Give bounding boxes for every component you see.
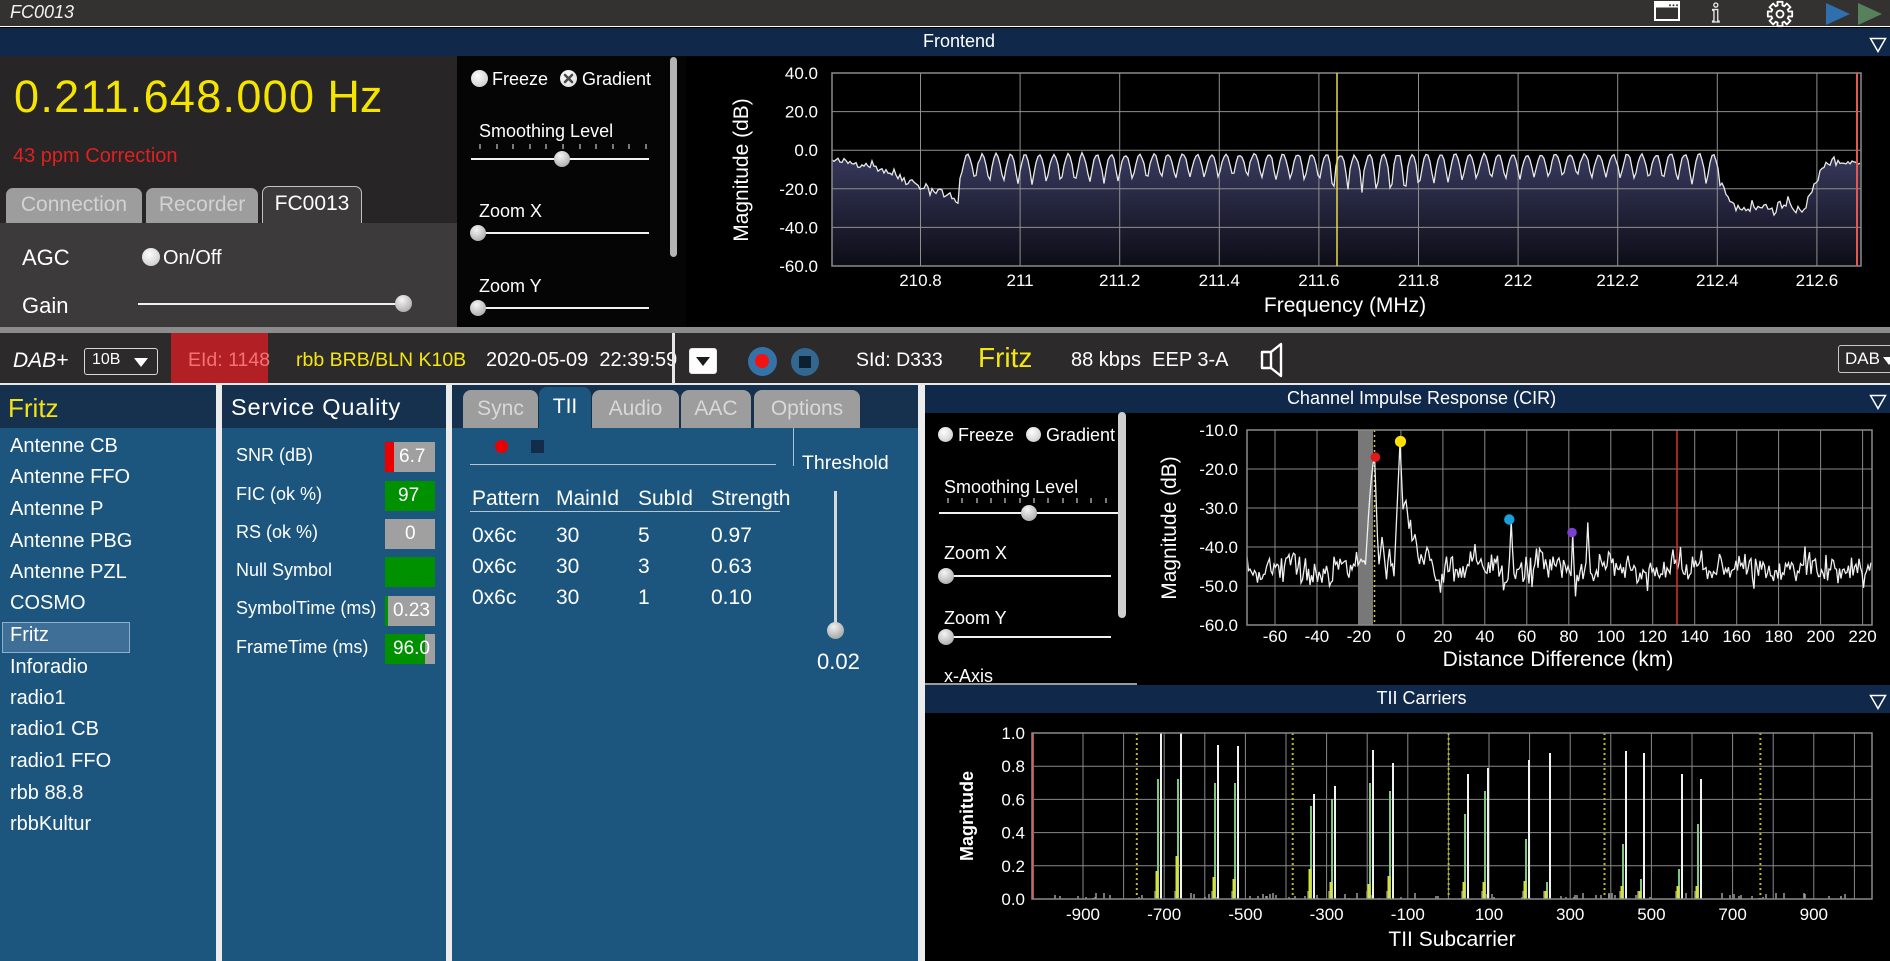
svg-text:-60: -60	[1263, 627, 1288, 646]
svg-text:-60.0: -60.0	[1199, 616, 1238, 635]
svg-text:160: 160	[1722, 627, 1750, 646]
svg-text:-20: -20	[1347, 627, 1372, 646]
svg-text:211.6: 211.6	[1298, 271, 1339, 290]
svg-text:0: 0	[1396, 627, 1405, 646]
svg-text:700: 700	[1718, 905, 1746, 924]
svg-text:-500: -500	[1228, 905, 1262, 924]
svg-text:-40.0: -40.0	[1199, 538, 1238, 557]
svg-text:100: 100	[1475, 905, 1503, 924]
svg-text:Magnitude (dB): Magnitude (dB)	[730, 98, 753, 242]
svg-text:0.0: 0.0	[1001, 890, 1025, 909]
svg-text:-20.0: -20.0	[779, 180, 818, 199]
svg-text:Magnitude (dB): Magnitude (dB)	[1158, 456, 1181, 600]
svg-text:Frequency (MHz): Frequency (MHz)	[1264, 294, 1426, 317]
svg-text:Distance Difference (km): Distance Difference (km)	[1443, 648, 1674, 671]
svg-text:300: 300	[1556, 905, 1584, 924]
svg-text:500: 500	[1637, 905, 1665, 924]
svg-text:-20.0: -20.0	[1199, 460, 1238, 479]
svg-text:TII Subcarrier: TII Subcarrier	[1388, 928, 1515, 951]
svg-text:-10.0: -10.0	[1199, 421, 1238, 440]
svg-text:Magnitude: Magnitude	[957, 771, 977, 861]
svg-text:-100: -100	[1391, 905, 1425, 924]
svg-text:212.4: 212.4	[1696, 271, 1739, 290]
svg-text:20: 20	[1433, 627, 1452, 646]
svg-text:20.0: 20.0	[785, 103, 818, 122]
svg-text:0.4: 0.4	[1001, 824, 1025, 843]
svg-text:212.6: 212.6	[1796, 271, 1839, 290]
svg-text:80: 80	[1559, 627, 1578, 646]
svg-text:40: 40	[1475, 627, 1494, 646]
svg-text:120: 120	[1639, 627, 1667, 646]
svg-text:-40: -40	[1305, 627, 1330, 646]
svg-text:0.6: 0.6	[1001, 790, 1025, 809]
svg-text:200: 200	[1806, 627, 1834, 646]
svg-text:900: 900	[1800, 905, 1828, 924]
svg-text:140: 140	[1681, 627, 1709, 646]
svg-text:1.0: 1.0	[1001, 724, 1025, 743]
svg-text:180: 180	[1764, 627, 1792, 646]
svg-text:-700: -700	[1147, 905, 1181, 924]
svg-text:40.0: 40.0	[785, 64, 818, 83]
svg-text:-60.0: -60.0	[779, 257, 818, 276]
svg-text:210.8: 210.8	[899, 271, 942, 290]
svg-text:-300: -300	[1310, 905, 1344, 924]
svg-text:211.4: 211.4	[1199, 271, 1240, 290]
svg-text:211.2: 211.2	[1099, 271, 1140, 290]
svg-text:212: 212	[1504, 271, 1532, 290]
svg-text:-40.0: -40.0	[779, 218, 818, 237]
svg-text:0.8: 0.8	[1001, 757, 1025, 776]
svg-text:0.2: 0.2	[1001, 857, 1025, 876]
svg-text:60: 60	[1517, 627, 1536, 646]
svg-text:211.8: 211.8	[1398, 271, 1439, 290]
svg-text:-50.0: -50.0	[1199, 577, 1238, 596]
svg-text:-30.0: -30.0	[1199, 499, 1238, 518]
svg-text:100: 100	[1597, 627, 1625, 646]
svg-text:0.0: 0.0	[794, 141, 818, 160]
svg-text:-900: -900	[1066, 905, 1100, 924]
svg-text:211: 211	[1007, 271, 1034, 290]
svg-text:220: 220	[1848, 627, 1876, 646]
svg-text:212.2: 212.2	[1596, 271, 1639, 290]
